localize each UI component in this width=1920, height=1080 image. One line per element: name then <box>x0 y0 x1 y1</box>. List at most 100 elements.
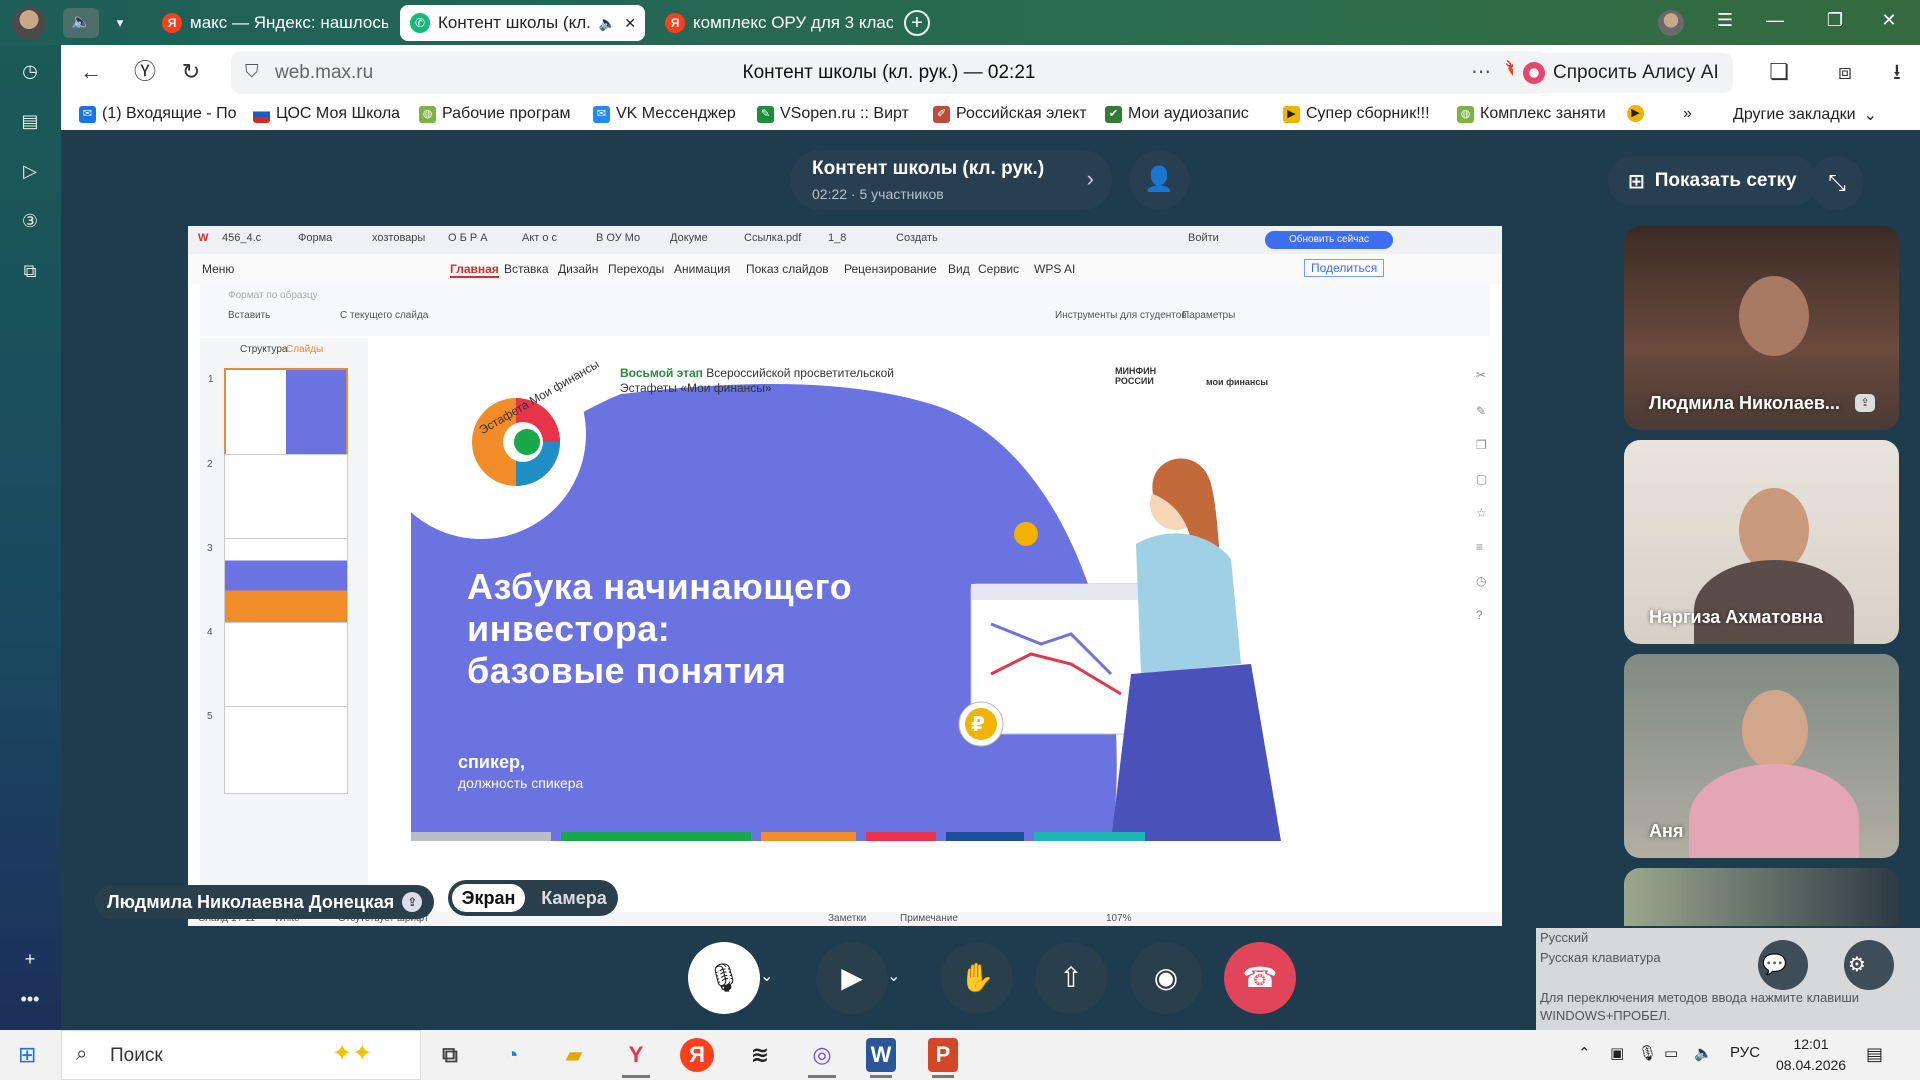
address-bar[interactable]: ⛉ web.max.ru Контент школы (кл. рук.) — … <box>231 51 1547 94</box>
more-icon[interactable]: ⋯ <box>1471 59 1491 84</box>
clock[interactable]: 12:01 08.04.2026 <box>1776 1034 1846 1076</box>
wps-doc-tab[interactable]: В ОУ Мо <box>596 232 640 244</box>
presentation-icon[interactable]: P <box>928 1038 958 1078</box>
chevron-down-icon[interactable]: ⌄ <box>760 966 773 986</box>
word-icon[interactable]: W <box>866 1038 896 1078</box>
other-bookmarks-button[interactable]: Другие закладки ⌄ <box>1733 105 1877 125</box>
wps-menu-item[interactable]: WPS AI <box>1034 262 1075 276</box>
task-view-icon[interactable]: ⧉ <box>432 1038 468 1072</box>
slide-thumbnail[interactable]: 5 <box>207 706 348 794</box>
windows-start-icon[interactable]: ⊞ <box>18 1042 36 1068</box>
wps-doc-tab[interactable]: Форма <box>298 232 332 244</box>
participant-tile[interactable] <box>1624 868 1899 926</box>
tray-chevron-icon[interactable]: ⌃ <box>1578 1044 1591 1062</box>
bookmark-item[interactable]: ✔ Мои аудиозапис <box>1105 105 1249 123</box>
play-icon[interactable]: ▷ <box>18 159 42 183</box>
reload-icon[interactable]: ↻ <box>177 58 205 86</box>
wps-update-button[interactable]: Обновить сейчас <box>1265 231 1393 249</box>
bookmark-item[interactable]: ЦОС Моя Школа <box>253 105 400 123</box>
chevron-down-icon[interactable]: ▾ <box>104 8 136 38</box>
wps-doc-tab-active[interactable]: 1_8 <box>828 232 846 244</box>
settings-button[interactable]: ⚙ <box>1844 940 1894 990</box>
panel-tab-structure[interactable]: Структура <box>240 344 287 355</box>
wps-menu-item[interactable]: Анимация <box>674 262 730 276</box>
comment-icon[interactable]: ▢ <box>1476 472 1487 486</box>
paste-button[interactable]: Вставить <box>228 310 270 321</box>
camera-button[interactable]: ▶ <box>816 942 888 1014</box>
language-indicator[interactable]: РУС <box>1730 1044 1760 1061</box>
wps-login[interactable]: Войти <box>1188 232 1219 244</box>
close-icon[interactable]: ✕ <box>624 15 636 32</box>
chevron-down-icon[interactable]: ⌄ <box>887 966 900 986</box>
comment-button[interactable]: Примечание <box>900 913 958 924</box>
participant-tile[interactable]: Аня <box>1624 654 1899 858</box>
slide-thumbnail[interactable]: 1 <box>208 368 348 456</box>
raise-hand-button[interactable]: ✋ <box>941 942 1013 1014</box>
profile-avatar[interactable] <box>12 6 46 40</box>
end-call-button[interactable]: ☎ <box>1224 942 1296 1014</box>
wps-doc-tab[interactable]: Докуме <box>670 232 708 244</box>
from-current-slide-button[interactable]: С текущего слайда <box>340 310 428 321</box>
wps-menu-item[interactable]: Сервис <box>978 262 1019 276</box>
app-icon[interactable]: ≋ <box>742 1038 778 1072</box>
wps-doc-tab[interactable]: хозтовары <box>372 232 425 244</box>
minimize-icon[interactable]: — <box>1760 10 1790 31</box>
edge-icon[interactable]: ◔ <box>494 1038 530 1072</box>
zoom-level[interactable]: 107% <box>1106 913 1132 924</box>
browser-tab-max[interactable]: ✆ Контент школы (кл. 🔈 ✕ <box>400 5 645 41</box>
participant-tile[interactable]: Людмила Николаев... ⇪ <box>1624 226 1899 430</box>
menu-icon[interactable]: ☰ <box>1710 10 1740 31</box>
student-tools-button[interactable]: Инструменты для студентов <box>1055 310 1187 321</box>
back-icon[interactable]: ← <box>77 58 105 86</box>
wps-menu-item[interactable]: Меню <box>202 262 234 276</box>
bookmark-item[interactable]: ◍ Комплекс заняти <box>1457 105 1606 123</box>
collections-icon[interactable]: ❏ <box>1765 58 1793 86</box>
more-icon[interactable]: ••• <box>18 987 42 1011</box>
tool-icon[interactable]: ✂ <box>1476 368 1486 382</box>
panel-tab-slides[interactable]: Слайды <box>286 344 323 355</box>
bookmark-item[interactable]: ✎ VSopen.ru :: Вирт <box>757 105 909 123</box>
chat-button[interactable]: 💬 <box>1758 940 1808 990</box>
wps-menu-item[interactable]: Вставка <box>504 262 549 276</box>
wps-create-tab[interactable]: Создать <box>896 232 938 244</box>
tray-mic-icon[interactable]: 🎙 <box>1638 1044 1657 1062</box>
wps-menu-item[interactable]: Вид <box>948 262 970 276</box>
camera-icon[interactable]: ⧉ <box>18 259 42 283</box>
star-icon[interactable]: ☆ <box>1476 506 1487 520</box>
max-messenger-icon[interactable]: ◎ <box>804 1038 840 1078</box>
wps-menu-item[interactable]: Рецензирование <box>844 262 937 276</box>
meeting-info-button[interactable]: Контент школы (кл. рук.) 02:22 · 5 участ… <box>790 150 1112 210</box>
notes-button[interactable]: Заметки <box>828 913 866 924</box>
file-explorer-icon[interactable]: ▰ <box>556 1038 592 1072</box>
format-painter-button[interactable]: Формат по образцу <box>228 290 318 301</box>
add-participant-button[interactable]: 👤 <box>1129 150 1189 210</box>
wps-menu-item[interactable]: Дизайн <box>558 262 598 276</box>
restore-icon[interactable]: ❐ <box>1820 10 1850 31</box>
wps-doc-tab[interactable]: Ссылка.pdf <box>744 232 801 244</box>
taskbar-search[interactable]: ⌕ Поиск ✦✦ <box>61 1030 421 1080</box>
notifications-icon[interactable]: ▤ <box>1866 1044 1883 1065</box>
slide-thumbnail[interactable]: 2 <box>207 454 348 542</box>
counter-icon[interactable]: ③ <box>18 209 42 233</box>
slide-thumbnail[interactable]: 4 <box>207 622 348 710</box>
yandex-icon[interactable]: Я <box>680 1038 714 1072</box>
volume-icon[interactable]: 🔈 <box>1694 1044 1713 1062</box>
switch-screen[interactable]: Экран <box>452 884 525 912</box>
participant-tile[interactable]: Наргиза Ахматовна <box>1624 440 1899 644</box>
browser-tab-yandex[interactable]: Я макс — Яндекс: нашлось <box>152 5 388 41</box>
sliders-icon[interactable]: ≡ <box>1476 540 1483 554</box>
wps-doc-tab[interactable]: О Б Р А <box>448 232 488 244</box>
bookmark-item[interactable]: ✉ VK Мессенджер <box>593 105 736 123</box>
help-icon[interactable]: ? <box>1476 608 1483 622</box>
bookmark-item[interactable]: ▶ <box>1627 105 1650 122</box>
collapse-button[interactable]: ⤡ <box>1810 156 1864 210</box>
wps-menu-item[interactable]: Показ слайдов <box>746 262 829 276</box>
bookmark-item[interactable]: ◍ Рабочие програм <box>419 105 570 123</box>
history-icon[interactable]: ◷ <box>1476 574 1486 588</box>
bookmarks-more-button[interactable]: » <box>1683 105 1692 123</box>
wps-doc-tab[interactable]: 456_4.c <box>222 232 261 244</box>
bookmark-item[interactable]: ▶ Супер сборник!!! <box>1283 105 1430 123</box>
parameters-button[interactable]: Параметры <box>1182 310 1235 321</box>
bookmark-item[interactable]: ✉ (1) Входящие - По <box>79 105 236 123</box>
tool-icon[interactable]: ✎ <box>1476 404 1486 418</box>
